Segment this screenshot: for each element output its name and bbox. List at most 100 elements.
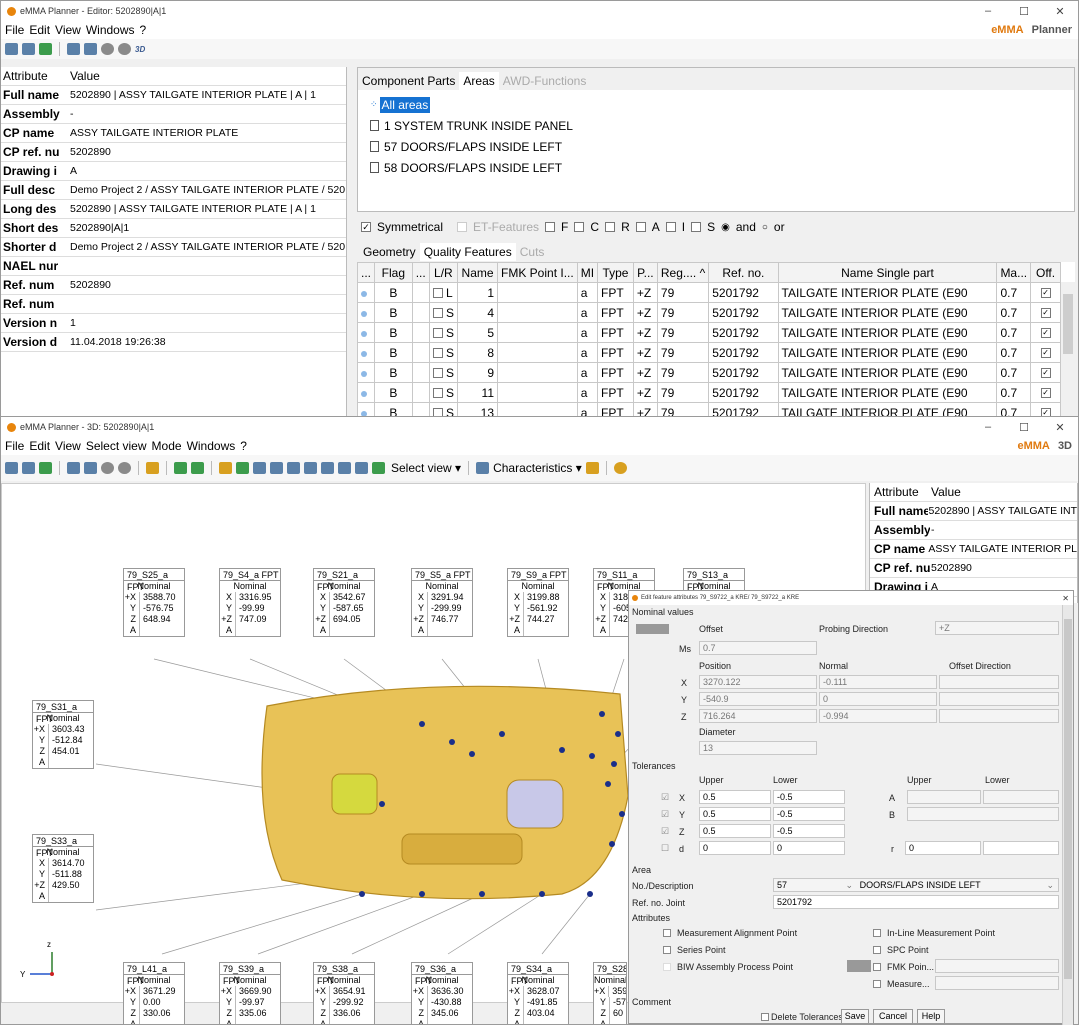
menu-file[interactable]: File xyxy=(5,439,24,453)
table-row[interactable]: B S 9 a FPT +Z 79 5201792 TAILGATE INTERIOR PLA… xyxy=(357,362,1061,383)
attribute-row[interactable]: Version n 1 xyxy=(1,314,346,333)
offset-dir-x-field[interactable] xyxy=(939,675,1059,689)
biw-assembly-checkbox[interactable] xyxy=(663,963,671,971)
visibility-cell[interactable] xyxy=(357,322,376,343)
column-header[interactable]: Flag xyxy=(374,262,413,283)
tolerance-check-icon[interactable]: ☐ xyxy=(661,843,669,854)
tree-icon[interactable] xyxy=(39,43,52,55)
flag-i-checkbox[interactable] xyxy=(665,222,676,232)
tolerance-lower-field[interactable]: -0.5 xyxy=(773,790,845,804)
front-view-icon[interactable] xyxy=(253,462,266,474)
copy-icon[interactable] xyxy=(84,462,97,474)
dialog-scrollbar[interactable] xyxy=(1062,605,1073,1025)
tolerance-upper-field[interactable]: 0 xyxy=(699,841,771,855)
column-header[interactable]: MI xyxy=(576,262,599,283)
attribute-row[interactable]: Assembly - xyxy=(1,105,346,124)
menu-view[interactable]: View xyxy=(55,439,81,453)
tab-geometry[interactable]: Geometry xyxy=(359,243,420,261)
lr-checkbox[interactable] xyxy=(432,388,443,399)
eye-icon[interactable] xyxy=(361,290,367,297)
ref-joint-field[interactable]: 5201792 xyxy=(773,895,1059,909)
fmk-point-checkbox[interactable] xyxy=(873,963,881,971)
tree-item-all-areas[interactable]: ⁘ All areas xyxy=(358,94,1074,115)
lr-checkbox[interactable] xyxy=(432,348,443,359)
menu-windows[interactable]: Windows xyxy=(187,439,236,453)
feature-callout[interactable]: 79_S21_a FPT Nominal X 3542.67 Y -587.65 +Z 694… xyxy=(313,568,375,637)
symmetrical-checkbox[interactable]: ✓ xyxy=(361,222,371,232)
normal-y-field[interactable]: 0 xyxy=(819,692,937,706)
tolerance-upper-field[interactable]: 0.5 xyxy=(699,790,771,804)
tab-areas[interactable]: Areas xyxy=(459,72,499,90)
iso-view-icon[interactable] xyxy=(236,462,249,474)
off-checkbox[interactable]: ✓ xyxy=(1040,388,1051,399)
tolerance-lower-field[interactable]: -0.5 xyxy=(773,807,845,821)
attribute-row[interactable]: Assembly - xyxy=(870,521,1077,540)
tab-cuts[interactable]: Cuts xyxy=(516,243,549,261)
off-checkbox[interactable]: ✓ xyxy=(1040,308,1051,319)
right-view-icon[interactable] xyxy=(304,462,317,474)
attribute-column-header[interactable]: Attribute xyxy=(870,485,930,499)
tab-awd-functions[interactable]: AWD-Functions xyxy=(499,72,591,90)
close-icon[interactable]: ✕ xyxy=(1042,5,1078,18)
menu-help[interactable]: ? xyxy=(140,23,147,37)
table-scrollbar[interactable] xyxy=(1061,282,1075,419)
circle-alt-icon[interactable] xyxy=(118,43,131,55)
print-icon[interactable] xyxy=(22,462,35,474)
eye-icon[interactable] xyxy=(361,390,367,397)
tolerance-lower-field[interactable]: 0 xyxy=(773,841,845,855)
off-checkbox[interactable]: ✓ xyxy=(1040,368,1051,379)
cancel-button[interactable]: Cancel xyxy=(873,1009,913,1024)
normal-x-field[interactable]: -0.111 xyxy=(819,675,937,689)
attribute-row[interactable]: CP name ASSY TAILGATE INTERIOR PL xyxy=(870,540,1077,559)
tol-r-field[interactable]: 0 xyxy=(905,841,981,855)
table-row[interactable]: B L 1 a FPT +Z 79 5201792 TAILGATE INTERIOR PLA… xyxy=(357,282,1061,303)
position-y-field[interactable]: -540.9 xyxy=(699,692,817,706)
or-radio[interactable]: ○ xyxy=(762,222,768,233)
attribute-row[interactable]: Full name 5202890 | ASSY TAILGATE INT xyxy=(870,502,1077,521)
save-icon[interactable] xyxy=(5,462,18,474)
feature-callout[interactable]: 79_S36_a FPT Nominal +X 3636.30 Y -430.88 Z 345… xyxy=(411,962,473,1024)
column-header[interactable]: Type xyxy=(597,262,634,283)
top-view-icon[interactable] xyxy=(321,462,334,474)
feature-callout[interactable]: 79_S25_a FPT Nominal +X 3588.70 Y -576.75 Z 648… xyxy=(123,568,185,637)
visibility-cell[interactable] xyxy=(357,382,376,403)
tol-r-lower-field[interactable] xyxy=(983,841,1059,855)
column-header[interactable]: L/R xyxy=(428,262,459,283)
fmk-point-field[interactable] xyxy=(935,959,1059,973)
feature-callout[interactable]: 79_S5_a FPT Nominal X 3291.94 Y -299.99 +Z 746.… xyxy=(411,568,473,637)
attribute-row[interactable]: Long des 5202890 | ASSY TAILGATE INTERIOR… xyxy=(1,200,346,219)
circle-alt-icon[interactable] xyxy=(118,462,131,474)
attribute-row[interactable]: CP ref. nu 5202890 xyxy=(870,559,1077,578)
dialog-close-icon[interactable]: ✕ xyxy=(1062,594,1069,603)
diameter-field[interactable]: 13 xyxy=(699,741,817,755)
tab-component-parts[interactable]: Component Parts xyxy=(358,72,459,90)
tolerance-upper-field[interactable]: 0.5 xyxy=(699,807,771,821)
offset-toggle[interactable] xyxy=(636,624,669,634)
3d-icon[interactable]: 3D xyxy=(135,45,145,54)
feature-callout[interactable]: 79_S28 Nominal +X 359 Y -57 Z 60 A xyxy=(593,962,627,1024)
visibility-cell[interactable] xyxy=(357,362,376,383)
feature-callout[interactable]: 79_L41_a FPT Nominal +X 3671.29 Y 0.00 Z 330.06… xyxy=(123,962,185,1024)
off-checkbox[interactable]: ✓ xyxy=(1040,288,1051,299)
position-z-field[interactable]: 716.264 xyxy=(699,709,817,723)
tolerance-check-icon[interactable]: ☑ xyxy=(661,826,669,837)
bottom-view-icon[interactable] xyxy=(338,462,351,474)
column-header[interactable]: FMK Point I... xyxy=(497,262,578,283)
select-view-dropdown[interactable]: Select view ▾ xyxy=(391,461,461,475)
print-icon[interactable] xyxy=(22,43,35,55)
home-view-icon[interactable] xyxy=(219,462,232,474)
left-view-icon[interactable] xyxy=(287,462,300,474)
attribute-row[interactable]: Full name 5202890 | ASSY TAILGATE INTERIO… xyxy=(1,86,346,105)
value-column-header[interactable]: Value xyxy=(930,485,961,499)
flag-a-checkbox[interactable] xyxy=(635,222,646,232)
menu-windows[interactable]: Windows xyxy=(86,23,135,37)
measure-checkbox[interactable] xyxy=(873,980,881,988)
feature-callout[interactable]: 79_S9_a FPT Nominal X 3199.88 Y -561.92 +Z 744.… xyxy=(507,568,569,637)
maximize-icon[interactable]: ☐ xyxy=(1006,5,1042,18)
eye-icon[interactable] xyxy=(361,310,367,317)
attribute-row[interactable]: Short des 5202890|A|1 xyxy=(1,219,346,238)
menu-select-view[interactable]: Select view xyxy=(86,439,147,453)
menu-view[interactable]: View xyxy=(55,23,81,37)
column-header[interactable]: ... xyxy=(411,262,430,283)
column-header[interactable]: Name xyxy=(457,262,499,283)
